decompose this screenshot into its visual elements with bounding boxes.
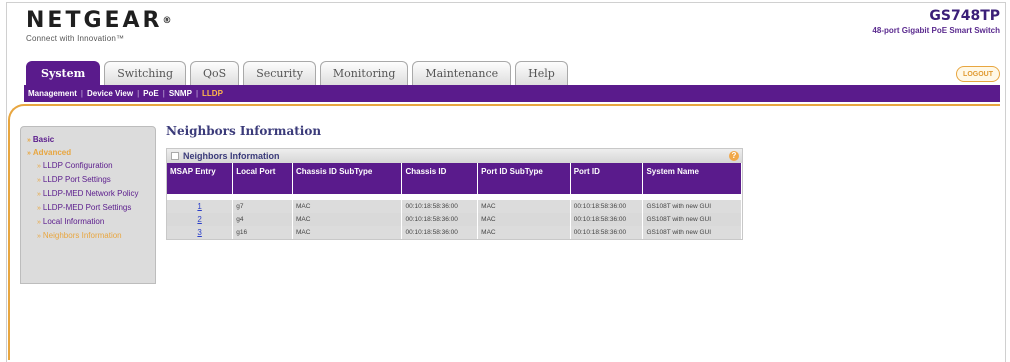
table-cell: MAC: [292, 213, 403, 226]
table-cell: GS108T with new GUI: [642, 213, 742, 226]
column-header-system-name[interactable]: System Name: [642, 163, 742, 180]
sidebar-item-lldp-med-network-policy[interactable]: » LLDP-MED Network Policy: [37, 189, 155, 199]
msap-entry-link[interactable]: 3: [197, 228, 201, 237]
subnav-device-view[interactable]: Device View: [87, 89, 133, 98]
table-cell: g4: [232, 213, 293, 226]
sub-navigation: Management | Device View | PoE | SNMP | …: [24, 85, 1000, 102]
subnav-snmp[interactable]: SNMP: [169, 89, 192, 98]
product-model: GS748TP: [929, 8, 1000, 24]
logout-button[interactable]: LOGOUT: [956, 66, 1000, 82]
subnav-separator: |: [162, 89, 165, 98]
column-header-chassis-id[interactable]: Chassis ID: [401, 163, 479, 180]
column-header-port-id[interactable]: Port ID: [570, 163, 644, 180]
bullet-icon: »: [37, 219, 41, 226]
bullet-icon: »: [37, 233, 41, 240]
tab-monitoring[interactable]: Monitoring: [319, 61, 409, 85]
sidebar-item-local-information[interactable]: » Local Information: [37, 217, 155, 227]
table-row: 3 g16 MAC 00:10:18:58:36:00 MAC 00:10:18…: [167, 226, 742, 239]
table-cell: 00:10:18:58:36:00: [570, 213, 644, 226]
table-cell: MAC: [292, 226, 403, 239]
neighbors-table: MSAP Entry Local Port Chassis ID SubType…: [167, 163, 742, 239]
subnav-poe[interactable]: PoE: [143, 89, 159, 98]
sidebar-item-neighbors-information[interactable]: » Neighbors Information: [37, 231, 155, 241]
table-cell: 00:10:18:58:36:00: [570, 226, 644, 239]
subnav-management[interactable]: Management: [28, 89, 77, 98]
chevron-right-icon: »: [27, 137, 31, 144]
column-header-port-id-subtype[interactable]: Port ID SubType: [477, 163, 571, 180]
tab-switching[interactable]: Switching: [104, 61, 187, 85]
table-cell: 00:10:18:58:36:00: [401, 213, 479, 226]
table-filter-row: [167, 180, 742, 194]
column-header-local-port[interactable]: Local Port: [232, 163, 293, 180]
product-description: 48-port Gigabit PoE Smart Switch: [872, 26, 1000, 35]
bullet-icon: »: [37, 205, 41, 212]
panel-header: Neighbors Information ?: [167, 149, 742, 163]
column-header-chassis-id-subtype[interactable]: Chassis ID SubType: [292, 163, 403, 180]
chevron-down-icon: »: [27, 150, 31, 157]
table-cell: GS108T with new GUI: [642, 200, 742, 213]
table-cell: g7: [232, 200, 293, 213]
table-row: 2 g4 MAC 00:10:18:58:36:00 MAC 00:10:18:…: [167, 213, 742, 226]
main-tabs: System Switching QoS Security Monitoring…: [26, 61, 568, 85]
help-icon[interactable]: ?: [729, 151, 739, 161]
tab-security[interactable]: Security: [243, 61, 316, 85]
msap-entry-link[interactable]: 1: [197, 202, 201, 211]
neighbors-panel: Neighbors Information ? MSAP Entry Local…: [166, 148, 743, 240]
table-cell: MAC: [477, 213, 571, 226]
product-info: GS748TP 48-port Gigabit PoE Smart Switch: [872, 8, 1000, 35]
tab-qos[interactable]: QoS: [190, 61, 240, 85]
table-cell: MAC: [292, 200, 403, 213]
column-header-msap-entry[interactable]: MSAP Entry: [167, 163, 234, 180]
subnav-separator: |: [137, 89, 140, 98]
sidebar: » Basic » Advanced » LLDP Configuration » LL…: [20, 126, 156, 284]
panel-collapse-icon[interactable]: [171, 152, 179, 160]
panel-title: Neighbors Information: [183, 151, 280, 161]
sidebar-item-lldp-med-port-settings[interactable]: » LLDP-MED Port Settings: [37, 203, 155, 213]
table-cell: g16: [232, 226, 293, 239]
brand: NETGEAR® Connect with Innovation™: [26, 8, 172, 44]
tagline: Connect with Innovation™: [26, 34, 125, 43]
table-cell: MAC: [477, 200, 571, 213]
sidebar-item-lldp-configuration[interactable]: » LLDP Configuration: [37, 161, 155, 171]
sidebar-basic[interactable]: » Basic: [27, 135, 155, 144]
table-cell: 00:10:18:58:36:00: [401, 200, 479, 213]
tab-maintenance[interactable]: Maintenance: [412, 61, 512, 85]
netgear-logo: NETGEAR®: [26, 8, 172, 33]
table-cell: MAC: [477, 226, 571, 239]
bullet-icon: »: [37, 191, 41, 198]
subnav-separator: |: [80, 89, 83, 98]
bullet-icon: »: [37, 163, 41, 170]
subnav-lldp[interactable]: LLDP: [202, 89, 223, 98]
msap-entry-link[interactable]: 2: [197, 215, 201, 224]
table-row: 1 g7 MAC 00:10:18:58:36:00 MAC 00:10:18:…: [167, 200, 742, 213]
table-cell: 00:10:18:58:36:00: [570, 200, 644, 213]
sidebar-item-lldp-port-settings[interactable]: » LLDP Port Settings: [37, 175, 155, 185]
table-cell: 00:10:18:58:36:00: [401, 226, 479, 239]
subnav-separator: |: [195, 89, 199, 98]
table-header-row: MSAP Entry Local Port Chassis ID SubType…: [167, 163, 742, 180]
bullet-icon: »: [37, 177, 41, 184]
tab-help[interactable]: Help: [515, 61, 568, 85]
page-title: Neighbors Information: [166, 124, 322, 138]
sidebar-advanced[interactable]: » Advanced: [27, 148, 155, 157]
table-cell: GS108T with new GUI: [642, 226, 742, 239]
tab-system[interactable]: System: [26, 61, 101, 85]
